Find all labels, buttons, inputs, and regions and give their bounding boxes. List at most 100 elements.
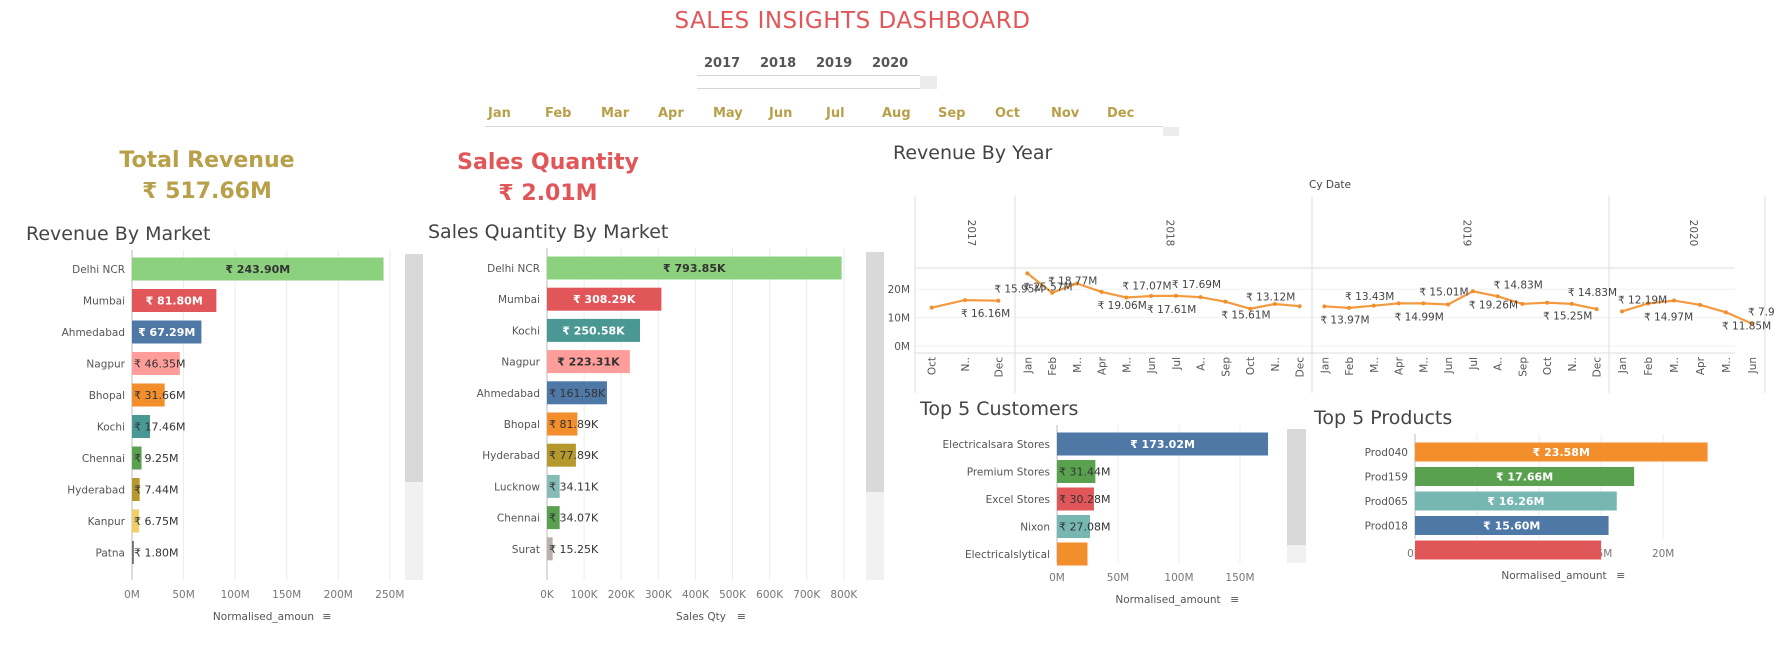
bar <box>1415 540 1602 560</box>
data-label: ₹ 15.60M <box>1483 520 1540 533</box>
month-tick-label: A.. <box>1196 357 1208 371</box>
data-label: ₹ 67.29M <box>138 326 195 339</box>
month-filter-jul[interactable]: Jul <box>826 106 845 121</box>
category-label: Electricalslytical <box>965 549 1050 561</box>
data-label: ₹ 15.61M <box>1221 310 1270 322</box>
data-point <box>1099 289 1104 294</box>
month-tick-label: Jun <box>1747 357 1759 374</box>
month-tick-label: Jun <box>1443 357 1455 374</box>
month-filter-scrollbar[interactable] <box>1163 127 1179 136</box>
category-label: Nagpur <box>86 359 125 371</box>
data-label: ₹ 12.19M <box>1618 294 1667 306</box>
data-label: ₹ 7.44M <box>134 484 178 497</box>
month-tick-label: M.. <box>1121 357 1133 373</box>
data-point <box>1025 271 1030 276</box>
data-point <box>1396 301 1401 306</box>
x-axis-title: Normalised_amoun <box>213 611 314 623</box>
category-label: Mumbai <box>498 294 540 306</box>
sales-qty-by-market-title: Sales Quantity By Market <box>428 221 669 243</box>
data-label: ₹ 17.07M <box>1122 281 1171 293</box>
year-filter-2018[interactable]: 2018 <box>760 56 796 71</box>
month-filter-oct[interactable]: Oct <box>995 106 1020 121</box>
data-label: ₹ 13.97M <box>1320 314 1369 326</box>
month-filter: Jan Feb Mar Apr May Jun Jul Aug Sep Oct … <box>485 106 1185 136</box>
year-filter-scrollbar[interactable] <box>920 76 937 89</box>
panel-year-label: 2020 <box>1687 220 1699 247</box>
data-point <box>1421 301 1426 306</box>
month-tick-label: Jun <box>1146 357 1158 374</box>
data-point <box>1322 304 1327 309</box>
data-point <box>1347 305 1352 310</box>
data-label: ₹ 9.25M <box>134 452 178 465</box>
category-label: Hyderabad <box>67 485 125 497</box>
month-filter-aug[interactable]: Aug <box>882 106 911 121</box>
category-label: Kochi <box>97 422 125 434</box>
month-tick-label: A.. <box>1493 357 1505 371</box>
x-axis-title: Sales Qty <box>676 611 726 623</box>
panel-year-label: 2018 <box>1164 220 1176 247</box>
data-label: ₹ 34.07K <box>549 512 599 525</box>
x-tick-label: 200K <box>608 589 636 601</box>
month-tick-label: Dec <box>1295 357 1307 378</box>
category-label: Chennai <box>82 453 125 465</box>
month-filter-dec[interactable]: Dec <box>1107 106 1134 121</box>
category-label: Lucknow <box>494 481 540 493</box>
month-tick-label: Sep <box>1517 357 1529 377</box>
month-tick-label: M.. <box>1418 357 1430 373</box>
x-tick-label: 0K <box>540 589 555 601</box>
month-tick-label: M.. <box>1369 357 1381 373</box>
x-tick-label: 800K <box>830 589 858 601</box>
y-tick-label: 0M <box>894 341 910 353</box>
data-label: ₹ 15.25K <box>549 543 599 556</box>
year-filter-2017[interactable]: 2017 <box>704 56 740 71</box>
category-label: Surat <box>512 544 540 556</box>
x-tick-label: 150M <box>272 589 301 601</box>
category-label: Excel Stores <box>986 494 1050 506</box>
month-filter-apr[interactable]: Apr <box>658 106 684 121</box>
x-tick-label: 100M <box>1164 572 1193 584</box>
data-label: ₹ 31.44M <box>1059 466 1110 479</box>
data-point <box>1470 289 1475 294</box>
data-point <box>1620 309 1624 314</box>
data-label: ₹ 34.11K <box>549 480 599 493</box>
month-filter-mar[interactable]: Mar <box>601 106 629 121</box>
x-tick-label: 700K <box>793 589 821 601</box>
revenue-by-year-title: Revenue By Year <box>893 142 1053 164</box>
data-point <box>1297 304 1302 309</box>
sort-icon: ≡ <box>1616 569 1625 582</box>
month-tick-label: Apr <box>1394 356 1406 375</box>
sort-icon: ≡ <box>322 610 331 623</box>
month-tick-label: Apr <box>1695 356 1707 375</box>
month-filter-jun[interactable]: Jun <box>769 106 792 121</box>
month-filter-feb[interactable]: Feb <box>545 106 571 121</box>
data-point <box>1698 302 1702 307</box>
x-tick-label: 250M <box>375 589 404 601</box>
month-filter-sep[interactable]: Sep <box>938 106 966 121</box>
month-filter-nov[interactable]: Nov <box>1051 106 1079 121</box>
category-label: Bhopal <box>504 419 540 431</box>
y-tick-label: 10M <box>888 313 910 325</box>
month-filter-may[interactable]: May <box>713 106 743 121</box>
data-label: ₹ 17.46M <box>134 421 185 434</box>
top-customers-chart: 0M 50M 100M 150M Electricalsara Stores ₹ 173.… <box>943 425 1306 606</box>
month-tick-label: Jul <box>1468 357 1480 371</box>
panel-year-label: 2019 <box>1461 220 1473 247</box>
month-filter-jan[interactable]: Jan <box>488 106 511 121</box>
sales-quantity-value: ₹ 2.01M <box>498 181 598 206</box>
year-filter-2020[interactable]: 2020 <box>872 56 908 71</box>
month-tick-label: Feb <box>1047 357 1059 376</box>
data-point <box>1495 294 1500 299</box>
top-products-title: Top 5 Products <box>1314 407 1453 429</box>
x-tick-label: 300K <box>645 589 673 601</box>
month-tick-label: N.. <box>1567 357 1579 372</box>
sort-icon: ≡ <box>1230 593 1239 606</box>
year-filter-2019[interactable]: 2019 <box>816 56 852 71</box>
data-point <box>1724 310 1728 315</box>
category-label: Prod159 <box>1365 472 1408 484</box>
category-label: Ahmedabad <box>477 388 540 400</box>
month-tick-label: Apr <box>1097 356 1109 375</box>
month-tick-label: Oct <box>927 357 939 375</box>
month-tick-label: Feb <box>1643 357 1655 376</box>
year-filter-baseline <box>697 88 920 89</box>
month-filter-baseline <box>485 126 1163 127</box>
